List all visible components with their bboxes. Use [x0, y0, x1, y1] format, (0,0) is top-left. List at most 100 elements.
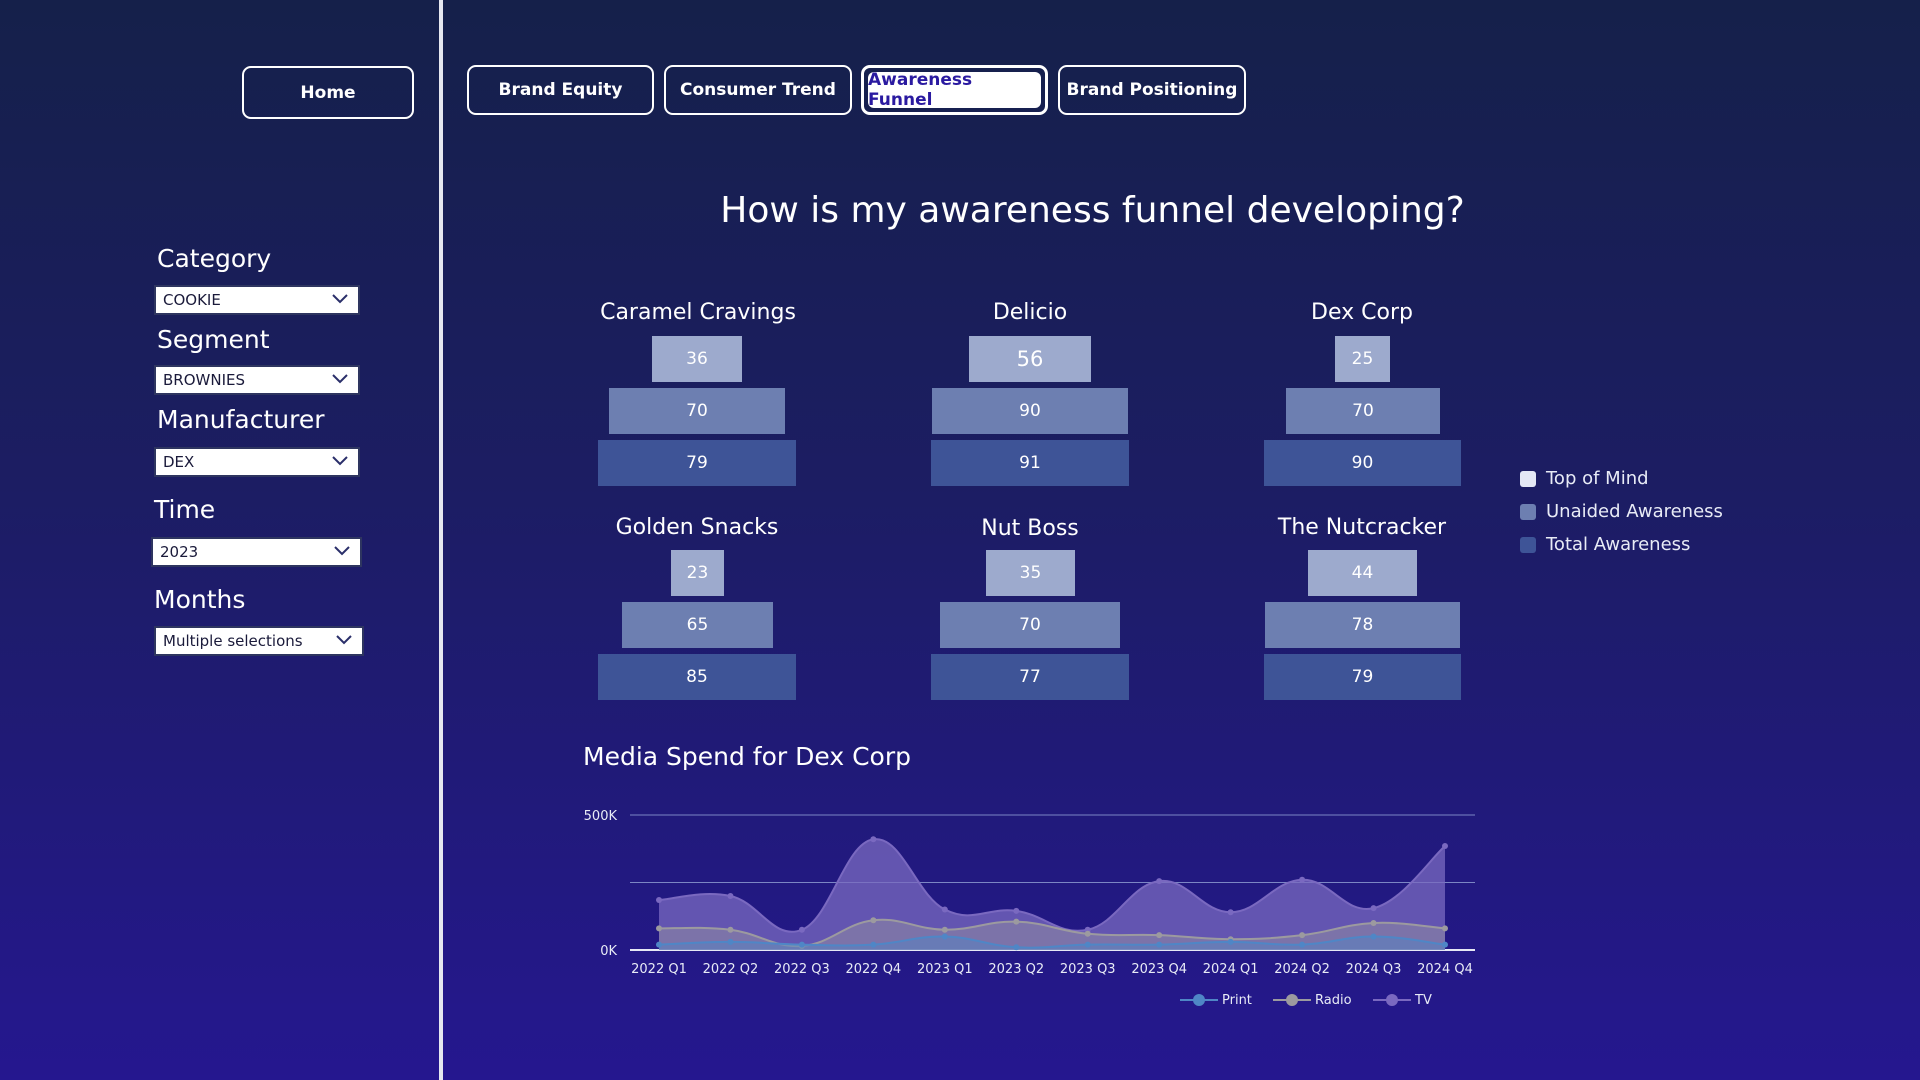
- x-tick-label: 2023 Q1: [917, 962, 973, 977]
- tab-consumer-trend[interactable]: Consumer Trend: [664, 65, 852, 115]
- data-point-tv[interactable]: [1227, 909, 1234, 916]
- funnel-brand-name: Nut Boss: [981, 516, 1079, 541]
- data-point-radio[interactable]: [727, 926, 734, 933]
- category-dropdown[interactable]: COOKIE: [154, 285, 360, 315]
- data-point-tv[interactable]: [1442, 843, 1448, 850]
- x-tick-label: 2023 Q2: [988, 962, 1044, 977]
- funnel-legend: Top of Mind Unaided Awareness Total Awar…: [1520, 462, 1723, 561]
- funnel-brand-name: The Nutcracker: [1277, 515, 1447, 540]
- data-point-radio[interactable]: [1299, 932, 1306, 939]
- funnel-brand-name: Delicio: [992, 300, 1068, 325]
- chevron-down-icon: [336, 635, 352, 645]
- x-tick-label: 2022 Q2: [703, 962, 759, 977]
- funnel-top-of-mind-bar: 23: [671, 550, 724, 596]
- tab-label: Consumer Trend: [680, 80, 836, 100]
- tab-label: Brand Equity: [498, 80, 623, 100]
- data-point-print[interactable]: [1084, 941, 1091, 948]
- data-point-tv[interactable]: [1299, 876, 1306, 883]
- legend-label: Total Awareness: [1546, 534, 1691, 555]
- x-tick-label: 2024 Q1: [1203, 962, 1259, 977]
- data-point-radio[interactable]: [656, 925, 662, 932]
- data-point-radio[interactable]: [1442, 925, 1448, 932]
- segment-value: BROWNIES: [163, 371, 245, 389]
- funnel-brand-name: Caramel Cravings: [600, 300, 796, 325]
- funnel-unaided-bar: 70: [940, 602, 1120, 648]
- tab-brand-positioning[interactable]: Brand Positioning: [1058, 65, 1246, 115]
- chevron-down-icon: [334, 546, 350, 556]
- x-tick-label: 2022 Q3: [774, 962, 830, 977]
- x-tick-label: 2022 Q1: [631, 962, 687, 977]
- funnel-top-of-mind-bar: 44: [1308, 550, 1417, 596]
- data-point-radio[interactable]: [1013, 918, 1020, 925]
- home-button[interactable]: Home: [242, 66, 414, 119]
- months-label: Months: [154, 585, 246, 614]
- legend-label-tv[interactable]: TV: [1414, 993, 1432, 1008]
- funnel-total-bar: 85: [598, 654, 796, 700]
- sidebar-divider: [439, 0, 443, 1080]
- legend-item-top-of-mind[interactable]: Top of Mind: [1520, 462, 1723, 495]
- legend-swatch: [1520, 470, 1536, 487]
- funnel-brand-name: Dex Corp: [1311, 300, 1413, 325]
- data-point-tv[interactable]: [870, 836, 877, 843]
- data-point-print[interactable]: [870, 941, 877, 948]
- data-point-print[interactable]: [798, 941, 805, 948]
- data-point-tv[interactable]: [727, 893, 734, 899]
- time-dropdown[interactable]: 2023: [151, 537, 362, 567]
- legend-marker: [1286, 994, 1298, 1006]
- data-point-radio[interactable]: [1370, 920, 1377, 926]
- legend-item-unaided[interactable]: Unaided Awareness: [1520, 495, 1723, 528]
- segment-dropdown[interactable]: BROWNIES: [154, 365, 360, 395]
- x-tick-label: 2024 Q3: [1346, 962, 1402, 977]
- manufacturer-dropdown[interactable]: DEX: [154, 447, 360, 477]
- chevron-down-icon: [332, 374, 348, 384]
- data-point-tv[interactable]: [1370, 905, 1377, 912]
- legend-swatch: [1520, 503, 1536, 520]
- months-dropdown[interactable]: Multiple selections: [154, 626, 364, 656]
- funnel-unaided-bar: 65: [622, 602, 773, 648]
- data-point-tv[interactable]: [1013, 907, 1020, 914]
- manufacturer-value: DEX: [163, 453, 195, 471]
- y-tick-label: 500K: [584, 809, 618, 824]
- data-point-tv[interactable]: [798, 926, 805, 933]
- home-button-label: Home: [300, 82, 356, 103]
- data-point-print[interactable]: [941, 933, 948, 940]
- data-point-print[interactable]: [1370, 933, 1377, 940]
- months-value: Multiple selections: [163, 632, 303, 650]
- data-point-radio[interactable]: [1156, 932, 1163, 939]
- funnel-unaided-bar: 78: [1265, 602, 1460, 648]
- data-point-radio[interactable]: [870, 917, 877, 924]
- media-spend-chart: 0K 500K 2022 Q1 2022 Q2 2022 Q3 2022 Q4 2023 Q…: [584, 809, 1475, 1008]
- tab-brand-equity[interactable]: Brand Equity: [467, 65, 654, 115]
- data-point-radio[interactable]: [1084, 930, 1091, 937]
- funnel-total-bar: 90: [1264, 440, 1461, 486]
- data-point-print[interactable]: [727, 938, 734, 945]
- data-point-print[interactable]: [656, 941, 662, 948]
- funnel-total-bar: 91: [931, 440, 1129, 486]
- tab-awareness-funnel[interactable]: Awareness Funnel: [861, 65, 1048, 115]
- tab-label: Brand Positioning: [1066, 80, 1238, 100]
- data-point-print[interactable]: [1299, 941, 1306, 948]
- funnel-brand-name: Golden Snacks: [615, 515, 779, 540]
- data-point-print[interactable]: [1156, 941, 1163, 948]
- legend-swatch: [1520, 536, 1536, 553]
- legend-label: Unaided Awareness: [1546, 501, 1723, 522]
- funnel-total-bar: 79: [598, 440, 796, 486]
- legend-label-print[interactable]: Print: [1222, 993, 1252, 1008]
- funnel-total-bar: 79: [1264, 654, 1461, 700]
- data-point-print[interactable]: [1227, 938, 1234, 945]
- legend-label-radio[interactable]: Radio: [1315, 993, 1352, 1008]
- funnel-top-of-mind-bar: 36: [652, 336, 742, 382]
- data-point-tv[interactable]: [1156, 878, 1163, 885]
- data-point-radio[interactable]: [941, 926, 948, 933]
- data-point-tv[interactable]: [941, 906, 948, 913]
- manufacturer-label: Manufacturer: [157, 405, 325, 434]
- y-tick-label: 0K: [600, 944, 617, 959]
- x-tick-label: 2024 Q4: [1417, 962, 1473, 977]
- legend-item-total[interactable]: Total Awareness: [1520, 528, 1723, 561]
- legend-label: Top of Mind: [1546, 468, 1649, 489]
- data-point-print[interactable]: [1442, 941, 1448, 948]
- time-value: 2023: [160, 543, 199, 561]
- data-point-tv[interactable]: [656, 897, 662, 904]
- funnel-unaided-bar: 90: [932, 388, 1128, 434]
- data-point-print[interactable]: [1013, 944, 1020, 951]
